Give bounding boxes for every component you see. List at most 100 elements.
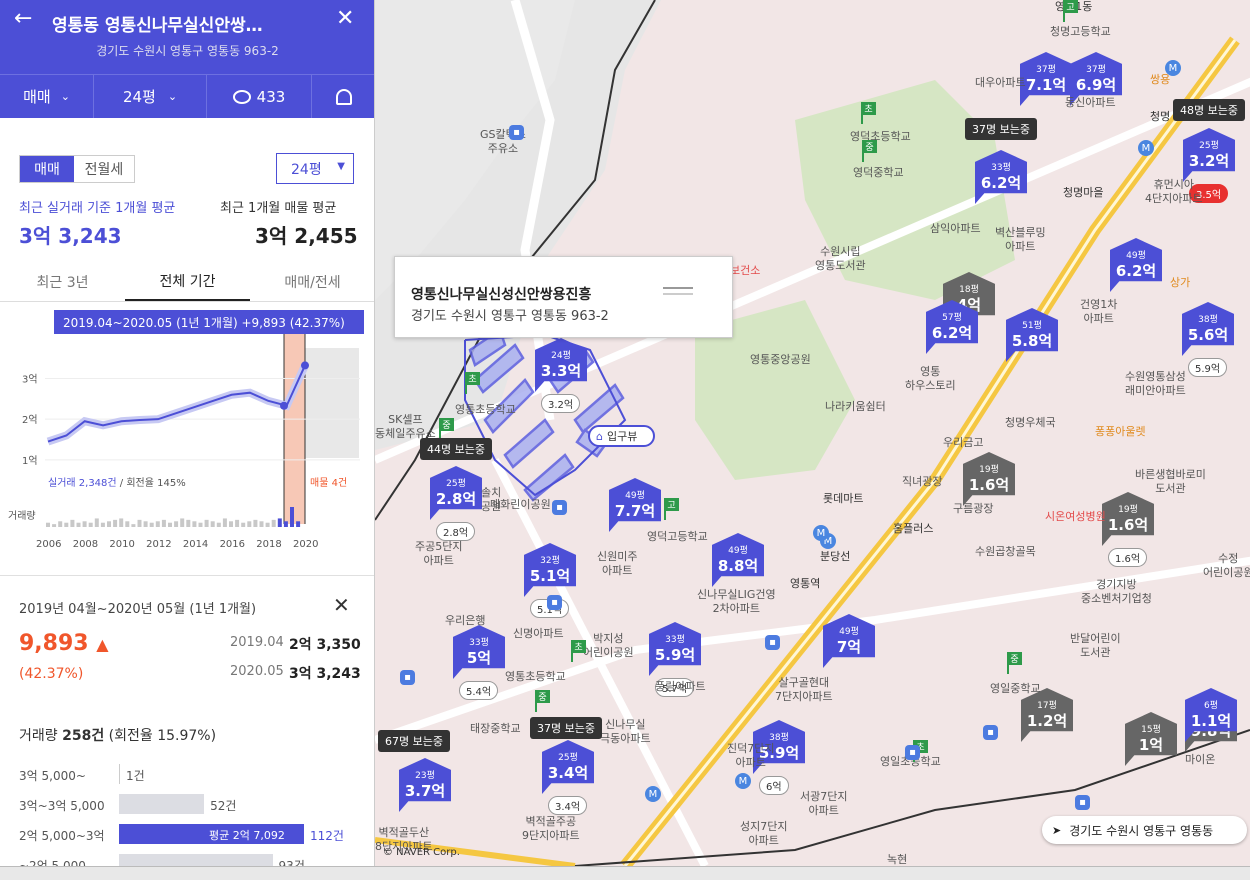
price-marker[interactable]: 33평 6.2억 (975, 150, 1027, 204)
bus-stop-icon[interactable]: ▪ (983, 725, 998, 740)
map-place-label[interactable]: 영통역 (790, 577, 820, 591)
bus-stop-icon[interactable]: ▪ (509, 125, 524, 140)
map-place-label[interactable]: 반달어린이 도서관 (1070, 632, 1121, 660)
subway-icon[interactable]: M (735, 773, 751, 789)
rent-tab[interactable]: 전월세 (74, 156, 134, 182)
map-place-label[interactable]: 대우아파트 (975, 76, 1026, 90)
map-place-label[interactable]: 우리금고 (943, 436, 983, 450)
bell-button[interactable] (312, 75, 374, 118)
map-place-label[interactable]: 박지성 어린이공원 (583, 632, 634, 660)
map-place-label[interactable]: 구름광장 (953, 502, 993, 516)
price-marker[interactable]: 15평 1억 (1125, 712, 1177, 766)
map-place-label[interactable]: 신원미주 아파트 (597, 550, 637, 578)
map-place-label[interactable]: 동신아파트 (1065, 96, 1116, 110)
bus-stop-icon[interactable]: ▪ (400, 670, 415, 685)
sale-tab[interactable]: 매매 (20, 156, 74, 182)
map-place-label[interactable]: 영일중학교 (990, 682, 1041, 696)
map-place-label[interactable]: 건영1차 아파트 (1080, 298, 1117, 326)
map-place-label[interactable]: 수원영통삼성 래미안아파트 (1125, 370, 1186, 398)
map-place-label[interactable]: 휴먼시아 4단지아파트 (1145, 178, 1203, 206)
price-marker[interactable]: 49평 8.8억 (712, 533, 764, 587)
map-place-label[interactable]: 삼익아파트 (930, 222, 981, 236)
price-marker[interactable]: 19평 1.6억 1.6억 (1102, 492, 1154, 567)
price-marker[interactable]: 32평 5.1억 5.1억 (524, 543, 576, 618)
price-marker[interactable]: 25평 3.2억 3.5억 (1183, 128, 1235, 203)
subway-icon[interactable]: M (1165, 60, 1181, 76)
map-place-label[interactable]: 바른생협바로미 도서관 (1135, 468, 1206, 496)
map-place-label[interactable]: SK셀프 동체일주유소 (375, 413, 436, 441)
trade-type-select[interactable]: 매매 ⌄ (0, 75, 94, 118)
map-place-label[interactable]: 롯데마트 (823, 492, 863, 506)
map-place-label[interactable]: 청명고등학교 (1050, 25, 1111, 39)
bus-stop-icon[interactable]: ▪ (905, 745, 920, 760)
price-marker[interactable]: 49평 7.7억 (609, 478, 661, 532)
map-place-label[interactable]: 태장중학교 (470, 722, 521, 736)
price-marker[interactable]: 33평 5억 5.4억 (453, 625, 505, 700)
comments-button[interactable]: 433 (207, 75, 312, 118)
close-icon[interactable]: ✕ (333, 593, 350, 617)
bus-stop-icon[interactable]: ▪ (552, 500, 567, 515)
arrow-left-icon[interactable]: ← (14, 6, 32, 31)
price-marker[interactable]: 57평 6.2억 (926, 300, 978, 354)
entrance-view-button[interactable]: ⌂ 입구뷰 (588, 425, 655, 447)
map-place-label[interactable]: 신명아파트 (513, 627, 564, 641)
price-marker[interactable]: 23평 3.7억 (399, 758, 451, 812)
price-marker[interactable]: 17평 1.2억 (1021, 688, 1073, 742)
bus-stop-icon[interactable]: ▪ (1075, 795, 1090, 810)
price-marker[interactable]: 19평 1.6억 (963, 452, 1015, 506)
map-place-label[interactable]: 청명우체국 (1005, 416, 1056, 430)
map-place-label[interactable]: 살구골현대 7단지아파트 (775, 676, 833, 704)
map-place-label[interactable]: 서광7단지 아파트 (800, 790, 847, 818)
price-marker[interactable]: 51평 5.8억 (1006, 308, 1058, 362)
bus-stop-icon[interactable]: ▪ (547, 595, 562, 610)
map-place-label[interactable]: 경기지방 중소벤처기업청 (1081, 578, 1152, 606)
map-place-label[interactable]: 영덕중학교 (853, 166, 904, 180)
map-place-label[interactable]: 풍림아파트 (655, 680, 706, 694)
map-place-label[interactable]: 상가 (1170, 276, 1190, 290)
price-marker[interactable]: 49평 6.2억 (1110, 238, 1162, 292)
subway-icon[interactable]: M (813, 525, 829, 541)
map-place-label[interactable]: 벽산블루밍 아파트 (995, 226, 1046, 254)
complex-popup[interactable]: 영통신나무실신성신안쌍용진흥 경기도 수원시 영통구 영통동 963-2 (394, 256, 733, 338)
price-marker[interactable]: 33평 5.9억 5.7억 (649, 622, 701, 697)
map-place-label[interactable]: 신나무실 극동아파트 (600, 718, 651, 746)
map-place-label[interactable]: 시온여성병원 (1045, 510, 1106, 524)
map-place-label[interactable]: 퐁퐁아울렛 (1095, 425, 1146, 439)
map-place-label[interactable]: 벽적골주공 9단지아파트 (522, 815, 580, 843)
map-place-label[interactable]: 나라키움쉼터 (825, 400, 886, 414)
current-location-button[interactable]: ➤ 경기도 수원시 영통구 영통동 (1042, 816, 1247, 844)
map-place-label[interactable]: 쌍용 (1150, 73, 1170, 87)
map-place-label[interactable]: 성지7단지 아파트 (740, 820, 787, 848)
map-place-label[interactable]: 수원시립 영통도서관 (815, 245, 866, 273)
price-marker[interactable]: 49평 7억 (823, 614, 875, 668)
tab-all-period[interactable]: 전체 기간 (125, 262, 250, 301)
price-chart[interactable]: 1억 2억 3억 실거래 2,348건 / 회전율 145% 매물 4건 거래량 2006 2… (0, 334, 374, 554)
map-place-label[interactable]: 우리은행 (445, 614, 485, 628)
map-place-label[interactable]: 수원곱창골목 (975, 545, 1036, 559)
map-place-label[interactable]: 직녀광장 (902, 475, 942, 489)
tab-sale-rent[interactable]: 매매/전세 (250, 262, 374, 301)
tab-recent-3y[interactable]: 최근 3년 (0, 262, 125, 301)
map-place-label[interactable]: 분당선 (820, 550, 850, 564)
map-place-label[interactable]: 신나무실LIG건영 2차아파트 (697, 588, 776, 616)
map-place-label[interactable]: 녹현 (887, 853, 907, 866)
map-place-label[interactable]: 주공5단지 아파트 (415, 540, 462, 568)
map-place-label[interactable]: 마이온 (1185, 753, 1215, 767)
price-marker[interactable]: 24평 3.3억 3.2억 (535, 338, 587, 413)
bus-stop-icon[interactable]: ▪ (765, 635, 780, 650)
map-place-label[interactable]: 청명마을 (1063, 186, 1103, 200)
close-icon[interactable]: ✕ (336, 6, 354, 31)
price-marker[interactable]: 38평 5.6억 5.9억 (1182, 302, 1234, 377)
subway-icon[interactable]: M (1138, 140, 1154, 156)
map-place-label[interactable]: 수정 어린이공원 (1203, 552, 1250, 580)
map-place-label[interactable]: 진덕7단지 아파트 (727, 742, 774, 770)
size-select[interactable]: 24평 ⌄ (94, 75, 207, 118)
map-place-label[interactable]: 홈플러스 (893, 522, 933, 536)
price-marker[interactable]: 25평 2.8억 2.8억 (430, 466, 482, 541)
map-place-label[interactable]: 영통초등학교 (505, 670, 566, 684)
size-dropdown[interactable]: 24평 ▼ (276, 153, 354, 184)
map-place-label[interactable]: 청명 (1150, 110, 1170, 124)
price-marker[interactable]: 6평 1.1억 (1185, 688, 1237, 742)
map-place-label[interactable]: 보건소 (730, 264, 760, 278)
map-place-label[interactable]: 영통중앙공원 (750, 353, 811, 367)
